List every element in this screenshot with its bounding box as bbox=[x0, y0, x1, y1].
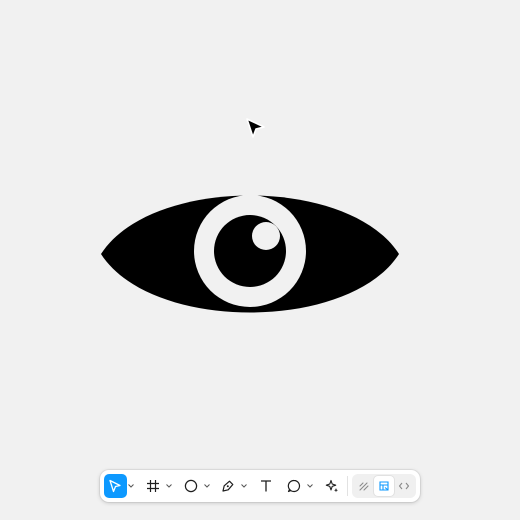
pen-tool-button[interactable] bbox=[217, 474, 240, 498]
toolbar-divider bbox=[347, 476, 348, 496]
dev-mode-icon bbox=[398, 482, 410, 490]
chevron-down-icon bbox=[203, 484, 210, 488]
chevron-down-icon bbox=[166, 484, 172, 488]
text-tool-button[interactable] bbox=[255, 474, 278, 498]
pupil-highlight-shape bbox=[252, 222, 280, 250]
pen-icon bbox=[222, 480, 234, 492]
actions-button[interactable] bbox=[320, 474, 343, 498]
chevron-down-icon bbox=[241, 484, 248, 488]
pen-tool-menu-button[interactable] bbox=[240, 474, 249, 498]
frame-tool-menu-button[interactable] bbox=[164, 474, 173, 498]
move-tool-menu-button[interactable] bbox=[127, 474, 136, 498]
comment-tool-button[interactable] bbox=[283, 474, 306, 498]
move-tool-button[interactable] bbox=[104, 474, 127, 498]
text-icon bbox=[260, 480, 271, 492]
tools-toolbar bbox=[100, 470, 420, 502]
dev-mode-button[interactable] bbox=[394, 476, 414, 496]
comment-icon bbox=[287, 479, 301, 493]
ellipse-icon bbox=[184, 479, 197, 493]
shape-tool-menu-button[interactable] bbox=[202, 474, 211, 498]
frame-tool-button[interactable] bbox=[142, 474, 165, 498]
shape-tool-button[interactable] bbox=[179, 474, 202, 498]
frame-hash-icon bbox=[146, 480, 159, 492]
design-mode-button[interactable] bbox=[373, 476, 394, 496]
move-arrow-icon bbox=[109, 479, 121, 493]
design-canvas[interactable] bbox=[0, 0, 520, 520]
actions-sparkle-icon bbox=[325, 479, 338, 493]
chevron-down-icon bbox=[128, 484, 135, 488]
design-mode-icon bbox=[379, 481, 389, 491]
draw-mode-button[interactable] bbox=[354, 476, 374, 496]
draw-mode-icon bbox=[359, 482, 369, 491]
eye-icon[interactable] bbox=[101, 168, 399, 340]
chevron-down-icon bbox=[307, 484, 313, 488]
cursor-arrow-icon bbox=[246, 118, 265, 138]
mode-switcher bbox=[351, 474, 416, 498]
comment-tool-menu-button[interactable] bbox=[305, 474, 314, 498]
